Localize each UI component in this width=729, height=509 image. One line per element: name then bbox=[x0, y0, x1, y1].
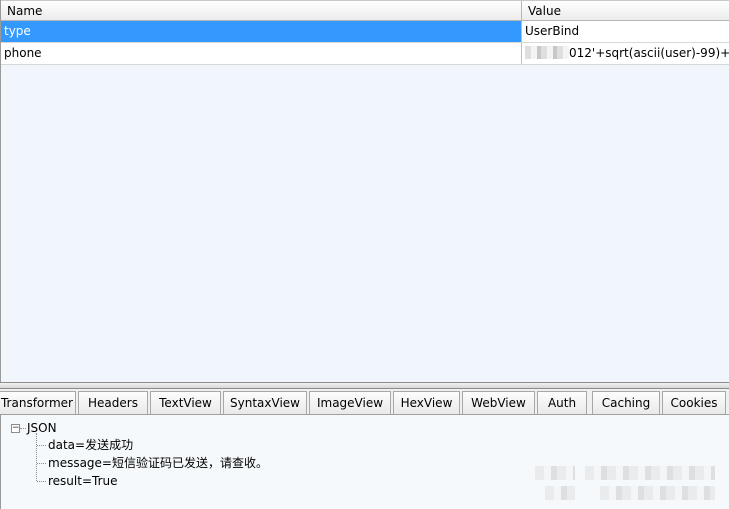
tab-imageview[interactable]: ImageView bbox=[309, 391, 391, 414]
redaction-mask bbox=[535, 466, 575, 480]
grid-header: Name Value bbox=[1, 0, 729, 21]
tree-node-data[interactable]: data=发送成功 bbox=[48, 436, 133, 454]
params-grid: Name Value type UserBind phone 012'+sqrt… bbox=[0, 0, 729, 382]
tree-connector bbox=[37, 481, 46, 482]
tab-caching[interactable]: Caching bbox=[592, 391, 660, 414]
inspector-tabs: Transformer Headers TextView SyntaxView … bbox=[0, 389, 729, 415]
tab-webview[interactable]: WebView bbox=[462, 391, 535, 414]
tree-node-message[interactable]: message=短信验证码已发送，请查收。 bbox=[48, 454, 268, 472]
tab-textview[interactable]: TextView bbox=[150, 391, 221, 414]
table-row[interactable]: type UserBind bbox=[1, 21, 729, 43]
redaction-mask bbox=[600, 486, 715, 500]
tree-connector bbox=[37, 463, 46, 464]
tab-syntaxview[interactable]: SyntaxView bbox=[223, 391, 307, 414]
tab-transformer[interactable]: Transformer bbox=[0, 391, 76, 414]
cell-name[interactable]: phone bbox=[1, 43, 521, 64]
tree-connector bbox=[36, 433, 37, 481]
tab-auth[interactable]: Auth bbox=[537, 391, 587, 414]
cell-value[interactable]: UserBind bbox=[521, 21, 729, 42]
tab-headers[interactable]: Headers bbox=[78, 391, 148, 414]
tab-hexview[interactable]: HexView bbox=[393, 391, 460, 414]
tab-cookies[interactable]: Cookies bbox=[662, 391, 726, 414]
tree-connector bbox=[20, 428, 26, 429]
collapse-icon[interactable]: − bbox=[11, 424, 20, 433]
tree-connector bbox=[37, 445, 46, 446]
redaction-mask bbox=[525, 46, 569, 59]
column-header-value[interactable]: Value bbox=[522, 1, 729, 21]
table-row[interactable]: phone 012'+sqrt(ascii(user)-99)+' bbox=[1, 43, 729, 65]
tree-node-root[interactable]: JSON bbox=[27, 419, 57, 437]
cell-value[interactable]: 012'+sqrt(ascii(user)-99)+' bbox=[521, 43, 729, 64]
pane-splitter[interactable] bbox=[0, 382, 729, 389]
redaction-mask bbox=[545, 486, 575, 500]
column-header-name[interactable]: Name bbox=[1, 1, 522, 21]
tree-node-result[interactable]: result=True bbox=[48, 472, 118, 490]
inspector-panel: Name Value type UserBind phone 012'+sqrt… bbox=[0, 0, 729, 509]
cell-value-text: 012'+sqrt(ascii(user)-99)+' bbox=[569, 46, 729, 60]
redaction-mask bbox=[585, 466, 715, 480]
cell-name[interactable]: type bbox=[1, 21, 521, 42]
